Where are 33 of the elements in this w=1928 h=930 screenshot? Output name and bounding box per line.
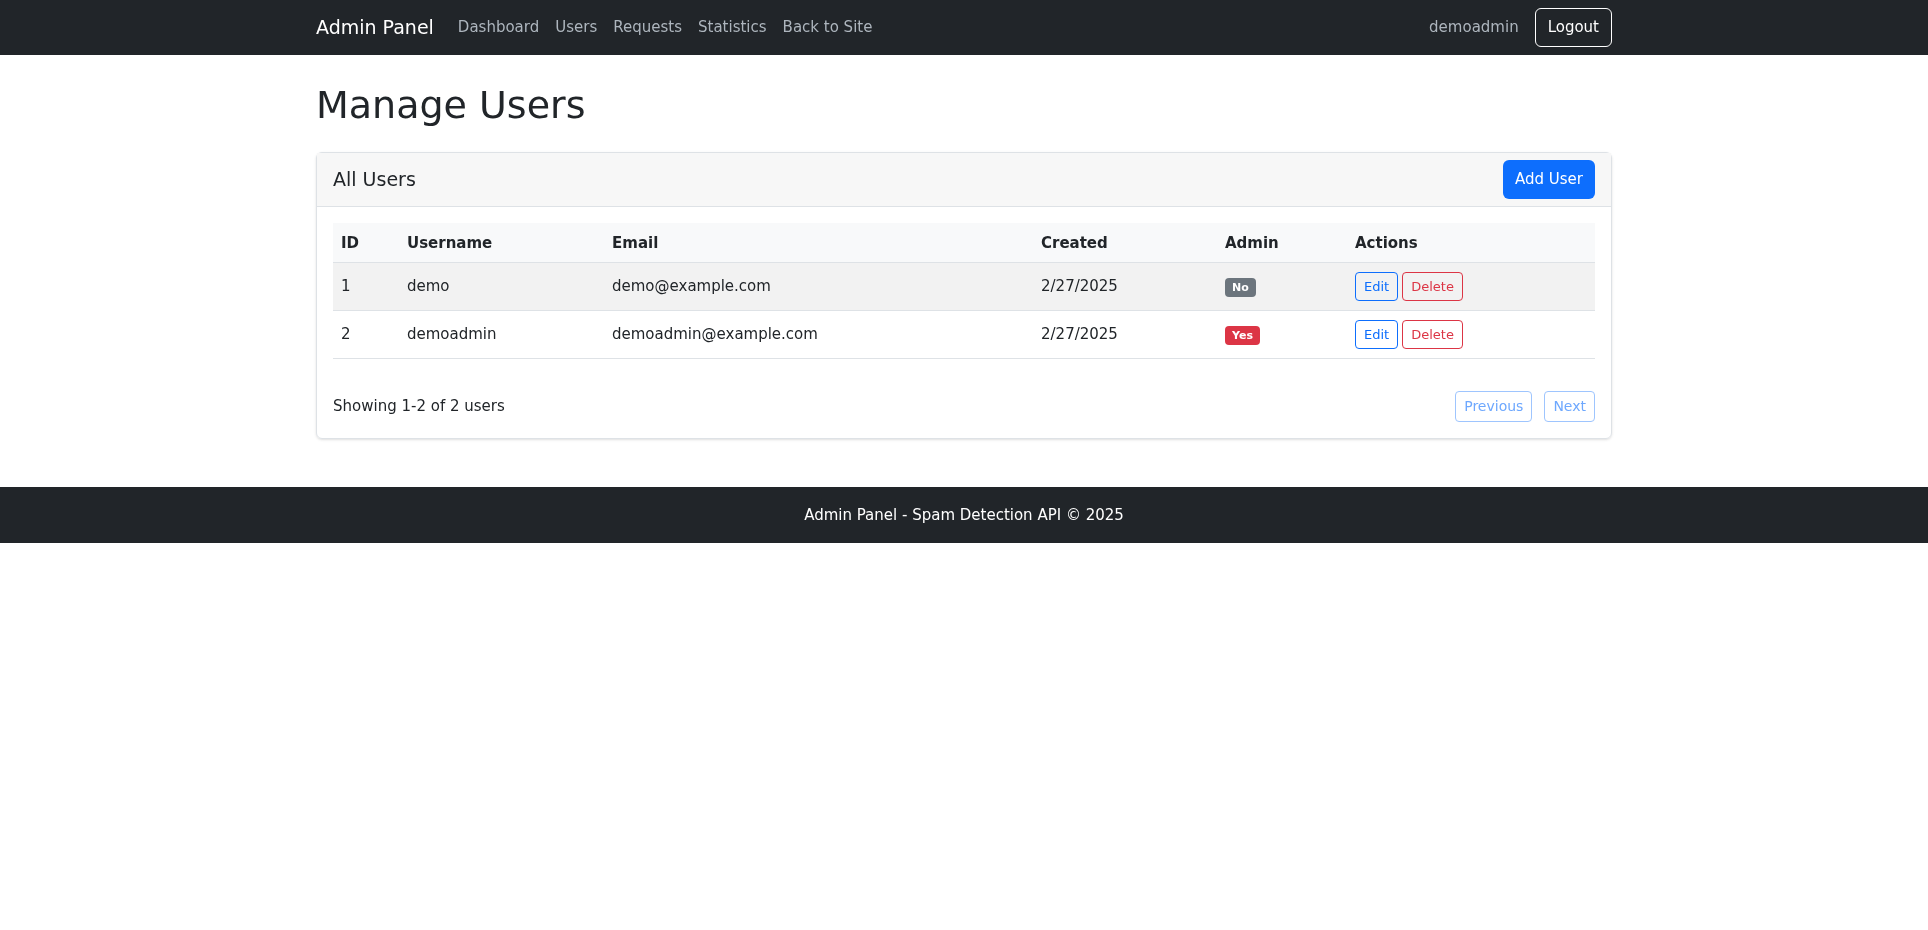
table-cell: demo@example.com	[612, 277, 771, 296]
table-cell: 2/27/2025	[1041, 277, 1118, 296]
column-header: Email	[612, 233, 659, 252]
pagination-summary: Showing 1-2 of 2 users	[333, 396, 505, 418]
column-header: ID	[341, 233, 360, 252]
column-header: Admin	[1225, 233, 1279, 252]
edit-button[interactable]: Edit	[1355, 319, 1399, 350]
nav-link[interactable]: Statistics	[698, 16, 767, 39]
table-cell: demoadmin	[407, 325, 497, 344]
delete-button[interactable]: Delete	[1402, 319, 1463, 350]
card-title: All Users	[333, 167, 416, 193]
add-user-button[interactable]: Add User	[1503, 160, 1595, 199]
column-header: Username	[407, 233, 493, 252]
table-cell: 2	[341, 325, 351, 344]
table-cell: 1	[341, 277, 351, 296]
nav-link[interactable]: Back to Site	[782, 16, 873, 39]
table-cell: demo	[407, 277, 450, 296]
table-cell: 2/27/2025	[1041, 325, 1118, 344]
column-header: Actions	[1355, 233, 1418, 252]
page-title: Manage Users	[316, 82, 587, 129]
brand[interactable]: Admin Panel	[316, 13, 434, 42]
nav-link[interactable]: Requests	[613, 16, 682, 39]
column-header: Created	[1041, 233, 1108, 252]
table-cell: demoadmin@example.com	[612, 325, 818, 344]
delete-button[interactable]: Delete	[1402, 271, 1463, 302]
admin-badge: Yes	[1225, 326, 1260, 346]
footer-text: Admin Panel - Spam Detection API © 2025	[804, 504, 1124, 526]
edit-button[interactable]: Edit	[1355, 271, 1399, 302]
nav-link[interactable]: Users	[555, 16, 598, 39]
username: demoadmin	[1429, 17, 1519, 39]
nav-link[interactable]: Dashboard	[457, 16, 540, 39]
admin-badge: No	[1225, 278, 1256, 298]
logout-button[interactable]: Logout	[1534, 8, 1612, 47]
